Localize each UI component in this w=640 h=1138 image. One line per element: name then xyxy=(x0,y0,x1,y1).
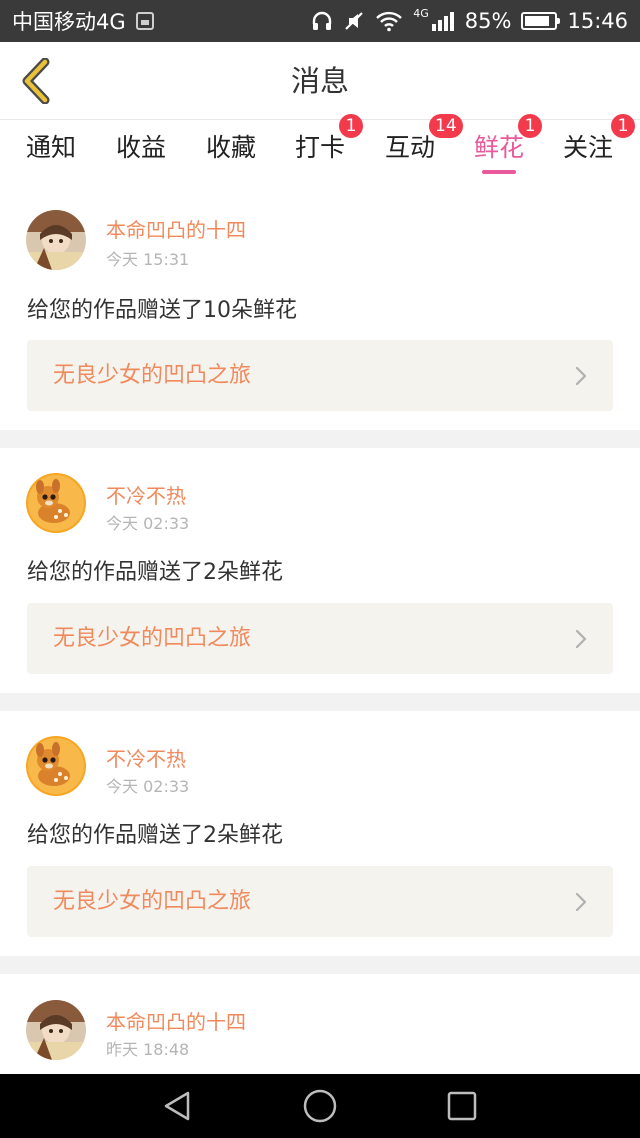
notification-time: 今天 02:33 xyxy=(106,777,190,796)
notification-card: 本命凹凸的十四 昨天 18:48 xyxy=(0,974,640,1074)
tab-label: 收益 xyxy=(115,133,166,162)
notification-card: 本命凹凸的十四 今天 15:31 给您的作品赠送了10朵鲜花 无良少女的凹凸之旅 xyxy=(0,180,640,430)
home-nav-button[interactable] xyxy=(302,1088,338,1124)
notification-time: 今天 15:31 xyxy=(106,250,190,269)
gallery-icon xyxy=(135,12,154,30)
recents-square-icon xyxy=(447,1091,477,1121)
work-title: 无良少女的凹凸之旅 xyxy=(53,889,252,914)
tab-flowers[interactable]: 鲜花 1 xyxy=(464,114,542,180)
mute-icon xyxy=(343,10,365,32)
tab-favorites[interactable]: 收藏 xyxy=(196,120,266,180)
notification-message: 给您的作品赠送了2朵鲜花 xyxy=(27,560,283,585)
status-left: 中国移动4G xyxy=(12,6,154,36)
back-nav-button[interactable] xyxy=(160,1088,196,1124)
fawn-avatar[interactable] xyxy=(26,736,86,796)
sender-name[interactable]: 本命凹凸的十四 xyxy=(106,1006,246,1035)
sender-name[interactable]: 不冷不热 xyxy=(106,480,186,509)
work-link[interactable]: 无良少女的凹凸之旅 xyxy=(27,866,613,937)
tab-notifications[interactable]: 通知 xyxy=(16,120,86,180)
tab-bar: 通知 收益 收藏 打卡 1 互动 14 鲜花 1 关注 1 xyxy=(0,114,640,180)
work-link[interactable]: 无良少女的凹凸之旅 xyxy=(27,603,613,674)
tab-badge: 1 xyxy=(518,114,542,138)
notification-time: 昨天 18:48 xyxy=(106,1040,190,1059)
clock: 15:46 xyxy=(567,9,628,33)
signal-icon xyxy=(431,10,455,32)
chevron-right-icon xyxy=(575,366,587,386)
headphones-icon xyxy=(311,10,333,32)
tab-earnings[interactable]: 收益 xyxy=(106,120,176,180)
tab-label: 鲜花 xyxy=(473,133,524,162)
status-bar: 中国移动4G 4G 85% 15:46 xyxy=(0,0,640,42)
tab-checkin[interactable]: 打卡 1 xyxy=(285,114,363,180)
home-circle-icon xyxy=(303,1089,337,1123)
work-link[interactable]: 无良少女的凹凸之旅 xyxy=(27,340,613,411)
anime-character-avatar[interactable] xyxy=(26,210,86,270)
sender-name[interactable]: 不冷不热 xyxy=(106,743,186,772)
status-right: 4G 85% 15:46 xyxy=(311,6,628,33)
anime-character-avatar[interactable] xyxy=(26,1000,86,1060)
chevron-right-icon xyxy=(575,892,587,912)
battery-percent: 85% xyxy=(464,9,512,33)
tab-label: 关注 xyxy=(562,133,613,162)
work-title: 无良少女的凹凸之旅 xyxy=(53,626,252,651)
wifi-icon xyxy=(375,10,403,32)
notification-card: 不冷不热 今天 02:33 给您的作品赠送了2朵鲜花 无良少女的凹凸之旅 xyxy=(0,711,640,956)
tab-label: 通知 xyxy=(25,133,76,162)
tab-badge: 1 xyxy=(611,114,635,138)
header: 消息 xyxy=(0,42,640,120)
notification-message: 给您的作品赠送了2朵鲜花 xyxy=(27,823,283,848)
chevron-right-icon xyxy=(575,629,587,649)
tab-badge: 1 xyxy=(339,114,363,138)
notification-time: 今天 02:33 xyxy=(106,514,190,533)
fawn-avatar[interactable] xyxy=(26,473,86,533)
tab-badge: 14 xyxy=(429,114,463,138)
notification-message: 给您的作品赠送了10朵鲜花 xyxy=(27,298,297,323)
active-tab-indicator xyxy=(482,170,516,174)
back-triangle-icon xyxy=(164,1091,190,1121)
recents-nav-button[interactable] xyxy=(444,1088,480,1124)
notification-card: 不冷不热 今天 02:33 给您的作品赠送了2朵鲜花 无良少女的凹凸之旅 xyxy=(0,448,640,693)
work-title: 无良少女的凹凸之旅 xyxy=(53,363,252,388)
tab-label: 收藏 xyxy=(205,133,256,162)
sender-name[interactable]: 本命凹凸的十四 xyxy=(106,214,246,243)
carrier-label: 中国移动4G xyxy=(12,10,126,34)
tab-interactions[interactable]: 互动 14 xyxy=(375,114,463,180)
tab-follows[interactable]: 关注 1 xyxy=(553,114,635,180)
tab-label: 打卡 xyxy=(294,133,345,162)
page-title: 消息 xyxy=(290,64,349,98)
network-type: 4G xyxy=(413,6,429,20)
tab-label: 互动 xyxy=(384,133,435,162)
navigation-bar xyxy=(0,1074,640,1138)
battery-icon xyxy=(521,12,561,30)
battery-fill xyxy=(525,16,550,26)
